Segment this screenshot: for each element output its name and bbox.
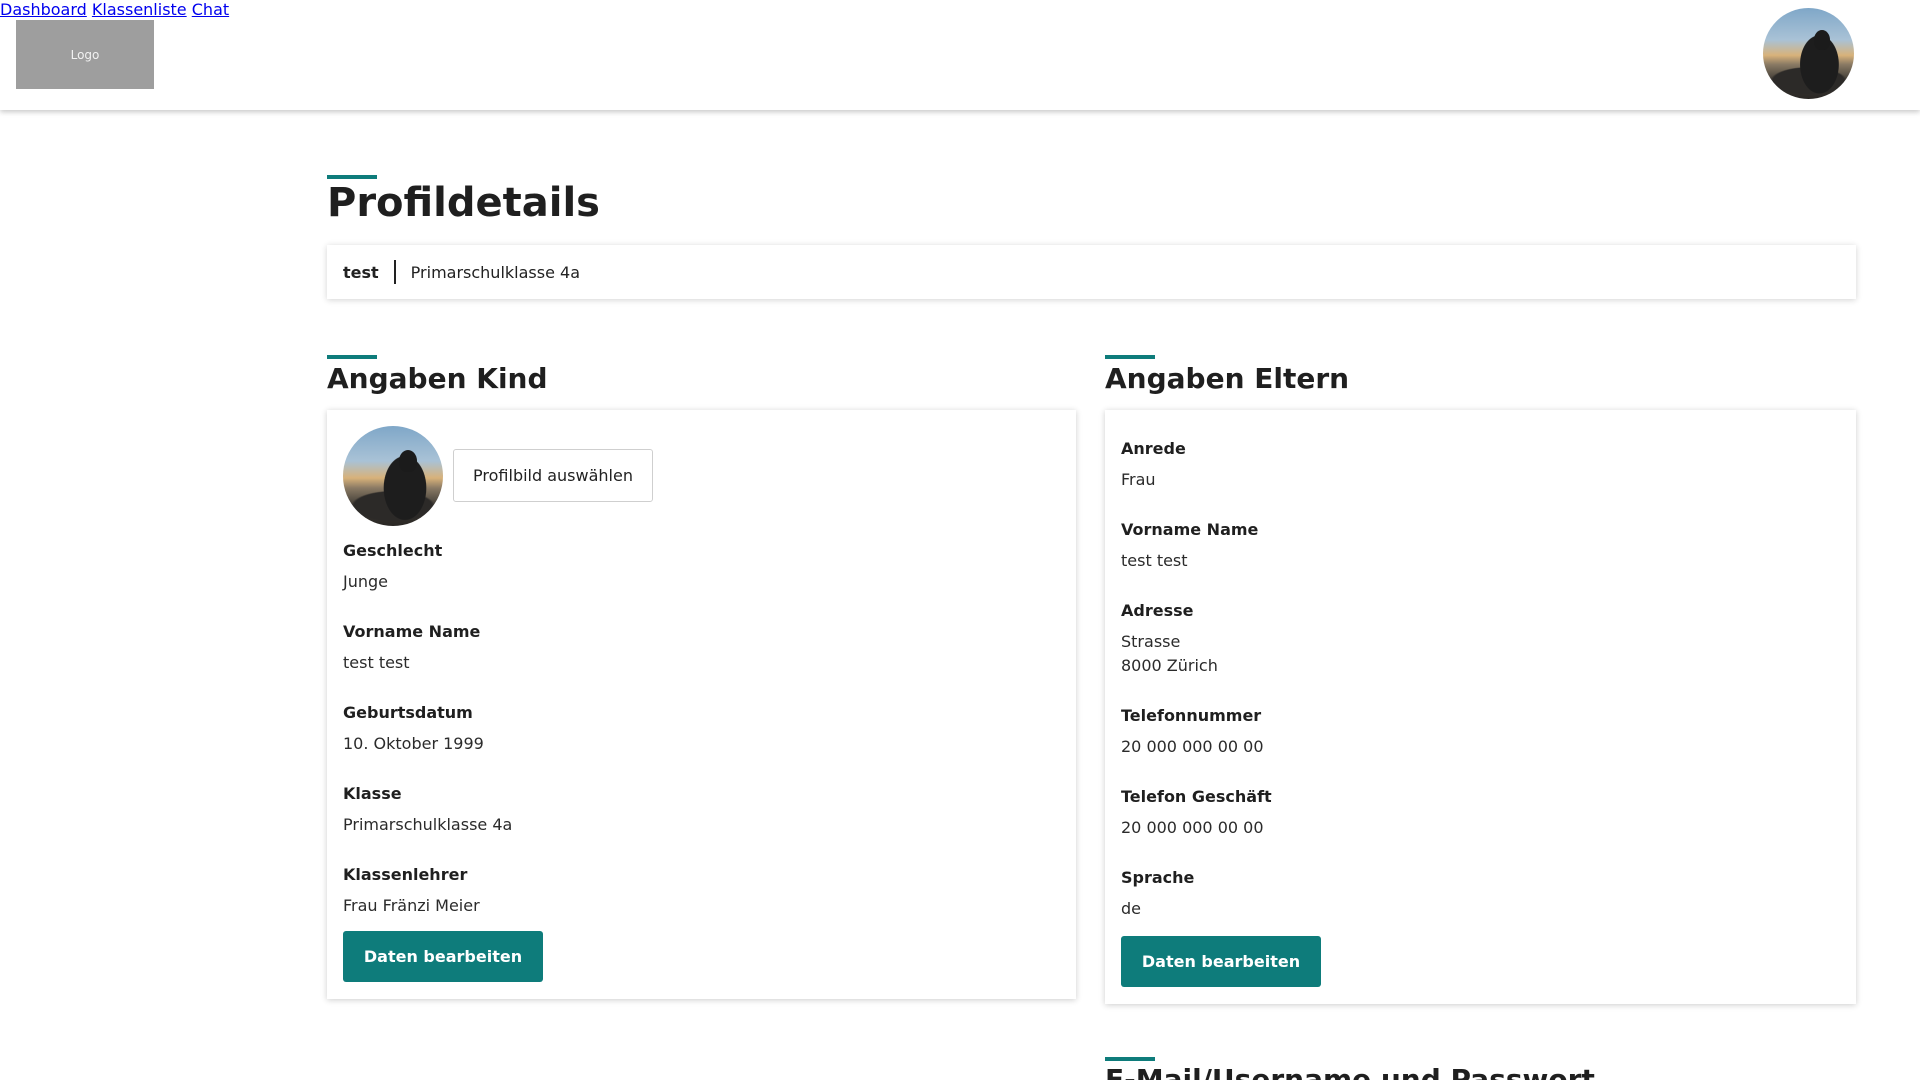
field-label: Vorname Name bbox=[1121, 520, 1259, 539]
field-value: Strasse bbox=[1121, 632, 1181, 651]
field-sprache: Sprache de bbox=[1121, 868, 1194, 921]
field-label: Klasse bbox=[343, 784, 402, 803]
field-geburtsdatum: Geburtsdatum 10. Oktober 1999 bbox=[343, 703, 484, 756]
field-geschlecht: Geschlecht Junge bbox=[343, 541, 442, 594]
field-klassenlehrer: Klassenlehrer Frau Fränzi Meier bbox=[343, 865, 480, 918]
field-value: Frau Fränzi Meier bbox=[343, 896, 480, 915]
field-label: Geschlecht bbox=[343, 541, 443, 560]
field-value: test test bbox=[343, 653, 410, 672]
eltern-card: Anrede Frau Vorname Name test test Adres… bbox=[1105, 410, 1856, 1004]
field-label: Vorname Name bbox=[343, 622, 481, 641]
field-value: de bbox=[1121, 899, 1141, 918]
field-value: 10. Oktober 1999 bbox=[343, 734, 484, 753]
user-avatar[interactable] bbox=[1763, 8, 1854, 99]
field-value: Primarschulklasse 4a bbox=[343, 815, 513, 834]
field-value: 20 000 000 00 00 bbox=[1121, 737, 1264, 756]
field-label: Adresse bbox=[1121, 601, 1194, 620]
field-adresse: Adresse Strasse 8000 Zürich bbox=[1121, 601, 1218, 678]
field-value: Frau bbox=[1121, 470, 1156, 489]
field-label: Anrede bbox=[1121, 439, 1186, 458]
field-klasse: Klasse Primarschulklasse 4a bbox=[343, 784, 512, 837]
field-label: Sprache bbox=[1121, 868, 1195, 887]
logo-text: Logo bbox=[70, 47, 100, 62]
field-vorname-name: Vorname Name test test bbox=[1121, 520, 1258, 573]
field-value: test test bbox=[1121, 551, 1188, 570]
kind-edit-button[interactable]: Daten bearbeiten bbox=[343, 931, 543, 982]
page-title: Profildetails bbox=[327, 180, 600, 226]
field-telefonnummer: Telefonnummer 20 000 000 00 00 bbox=[1121, 706, 1264, 759]
field-value: 20 000 000 00 00 bbox=[1121, 818, 1264, 837]
eltern-section-title: Angaben Eltern bbox=[1105, 362, 1350, 395]
info-class: Primarschulklasse 4a bbox=[410, 262, 580, 282]
info-name: test bbox=[343, 262, 379, 282]
field-telefon-geschaeft: Telefon Geschäft 20 000 000 00 00 bbox=[1121, 787, 1272, 840]
field-label: Telefon Geschäft bbox=[1121, 787, 1272, 806]
field-label: Telefonnummer bbox=[1121, 706, 1262, 725]
account-section-title: E-Mail/Username und Passwort bbox=[1105, 1063, 1595, 1080]
title-accent bbox=[327, 175, 377, 179]
kind-section-title: Angaben Kind bbox=[327, 362, 548, 395]
field-label: Geburtsdatum bbox=[343, 703, 473, 722]
field-label: Klassenlehrer bbox=[343, 865, 468, 884]
info-separator bbox=[393, 260, 396, 284]
profile-info-bar: test Primarschulklasse 4a bbox=[327, 245, 1856, 299]
nav-dashboard[interactable]: Dashboard bbox=[0, 0, 87, 19]
top-header: Logo Dashboard Klassenliste Chat bbox=[0, 0, 1920, 110]
nav-klassenliste[interactable]: Klassenliste bbox=[92, 0, 187, 19]
choose-profile-picture-button[interactable]: Profilbild auswählen bbox=[453, 449, 653, 502]
child-avatar bbox=[343, 426, 443, 526]
field-vorname-name: Vorname Name test test bbox=[343, 622, 480, 675]
kind-accent bbox=[327, 355, 377, 359]
field-value: Junge bbox=[343, 572, 388, 591]
field-value-line2: 8000 Zürich bbox=[1121, 656, 1218, 675]
nav-chat[interactable]: Chat bbox=[192, 0, 229, 19]
kind-card: Profilbild auswählen Geschlecht Junge Vo… bbox=[327, 410, 1076, 999]
eltern-edit-button[interactable]: Daten bearbeiten bbox=[1121, 936, 1321, 987]
eltern-accent bbox=[1105, 355, 1155, 359]
account-accent bbox=[1105, 1057, 1155, 1061]
field-anrede: Anrede Frau bbox=[1121, 439, 1186, 492]
logo[interactable]: Logo bbox=[16, 20, 154, 89]
